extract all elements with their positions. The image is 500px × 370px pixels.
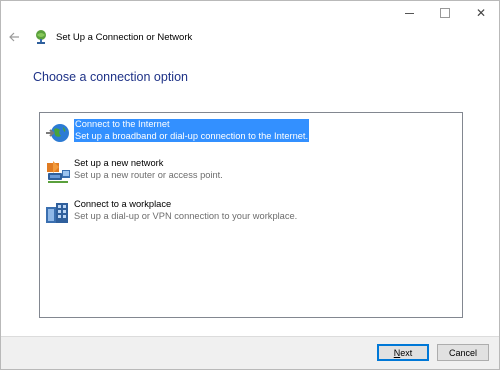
connection-options-list: Connect to the Internet Set up a broadba… (39, 112, 463, 318)
option-title: Connect to the Internet (75, 119, 170, 129)
option-description: Set up a dial-up or VPN connection to yo… (74, 211, 298, 221)
page-heading: Choose a connection option (33, 70, 188, 84)
workplace-icon (46, 203, 68, 223)
option-connect-workplace[interactable]: Connect to a workplace Set up a dial-up … (44, 199, 297, 227)
globe-icon (46, 124, 69, 142)
network-setup-icon (36, 30, 46, 44)
option-title: Connect to a workplace (74, 199, 172, 209)
caption-buttons: ✕ (391, 1, 499, 25)
option-new-network[interactable]: Set up a new network Set up a new router… (44, 158, 223, 186)
minimize-icon (404, 12, 414, 14)
maximize-button[interactable] (427, 1, 463, 25)
option-description: Set up a new router or access point. (74, 170, 223, 180)
minimize-button[interactable] (391, 1, 427, 25)
option-connect-internet[interactable]: Connect to the Internet Set up a broadba… (44, 119, 310, 147)
option-title: Set up a new network (74, 158, 164, 168)
back-arrow-icon (8, 32, 19, 42)
setup-connection-window: ✕ Set Up a Connection or Network Choose … (0, 0, 500, 370)
window-title: Set Up a Connection or Network (56, 31, 193, 43)
router-icon (47, 161, 70, 183)
option-description: Set up a broadband or dial-up connection… (75, 131, 309, 141)
back-button[interactable] (7, 30, 21, 44)
header-row: Set Up a Connection or Network (7, 29, 192, 45)
option-text: Set up a new network Set up a new router… (74, 158, 223, 181)
option-text: Connect to a workplace Set up a dial-up … (74, 199, 297, 222)
cancel-button[interactable]: Cancel (437, 344, 489, 361)
option-text: Connect to the Internet Set up a broadba… (74, 119, 310, 142)
maximize-icon (440, 8, 450, 18)
next-button[interactable]: Next (377, 344, 429, 361)
dialog-footer: Next Cancel (1, 336, 499, 369)
close-button[interactable]: ✕ (463, 1, 499, 25)
next-label-rest: ext (400, 347, 413, 358)
close-icon: ✕ (475, 6, 487, 20)
